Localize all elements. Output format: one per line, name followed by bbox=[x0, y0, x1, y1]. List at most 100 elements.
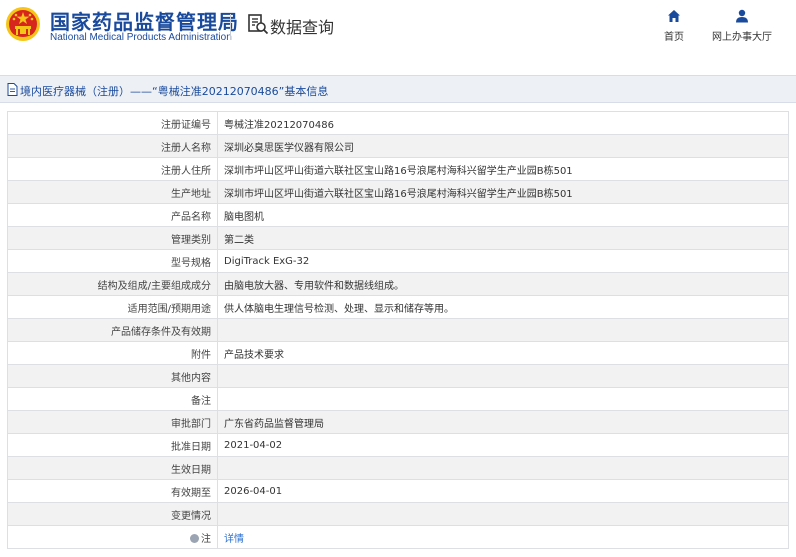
field-value-text: 深圳必臭思医学仪器有限公司 bbox=[224, 142, 354, 154]
data-query-icon bbox=[248, 14, 269, 35]
nav-home-label: 首页 bbox=[664, 32, 684, 43]
table-row: 生产地址 深圳市坪山区坪山街道六联社区宝山路16号浪尾村海科兴留学生产业园B栋50… bbox=[7, 180, 789, 204]
nav-home[interactable]: 首页 bbox=[657, 9, 691, 43]
field-label: 附件 bbox=[7, 341, 218, 365]
field-label-text: 注册证编号 bbox=[161, 119, 211, 131]
field-value bbox=[217, 364, 789, 388]
field-value-text: 供人体脑电生理信号检测、处理、显示和储存等用。 bbox=[224, 303, 454, 315]
field-label: 适用范围/预期用途 bbox=[7, 295, 218, 319]
field-label: 注 bbox=[7, 525, 218, 549]
field-value-text: 2021-04-02 bbox=[224, 439, 283, 451]
field-value-text: 产品技术要求 bbox=[224, 349, 284, 361]
table-row: 其他内容 bbox=[7, 364, 789, 388]
field-value: 2021-04-02 bbox=[217, 433, 789, 457]
table-row: 型号规格 DigiTrack ExG-32 bbox=[7, 249, 789, 273]
field-label: 生效日期 bbox=[7, 456, 218, 480]
info-icon bbox=[190, 533, 199, 543]
field-value-text: DigiTrack ExG-32 bbox=[224, 255, 310, 267]
field-label: 注册人住所 bbox=[7, 157, 218, 181]
field-value: 深圳市坪山区坪山街道六联社区宝山路16号浪尾村海科兴留学生产业园B栋501 bbox=[217, 157, 789, 181]
field-label-text: 注 bbox=[201, 533, 211, 545]
field-value: 2026-04-01 bbox=[217, 479, 789, 503]
user-icon bbox=[736, 9, 748, 23]
nav-online-service-hall[interactable]: 网上办事大厅 bbox=[706, 9, 778, 43]
field-value bbox=[217, 318, 789, 342]
table-row: 适用范围/预期用途 供人体脑电生理信号检测、处理、显示和储存等用。 bbox=[7, 295, 789, 319]
org-name-cn: 国家药品监督管理局 bbox=[50, 10, 239, 34]
field-label-text: 注册人住所 bbox=[161, 165, 211, 177]
field-label: 审批部门 bbox=[7, 410, 218, 434]
field-value-text: 由脑电放大器、专用软件和数据线组成。 bbox=[224, 280, 404, 292]
field-label-text: 生产地址 bbox=[171, 188, 211, 200]
field-label: 产品名称 bbox=[7, 203, 218, 227]
table-row: 附件 产品技术要求 bbox=[7, 341, 789, 365]
field-value-text: 第二类 bbox=[224, 234, 254, 246]
details-link[interactable]: 详情 bbox=[224, 534, 244, 545]
field-value: 详情 bbox=[217, 525, 789, 549]
table-row: 注册人住所 深圳市坪山区坪山街道六联社区宝山路16号浪尾村海科兴留学生产业园B栋5… bbox=[7, 157, 789, 181]
field-label-text: 管理类别 bbox=[171, 234, 211, 246]
field-label-text: 其他内容 bbox=[171, 372, 211, 384]
field-value: 深圳必臭思医学仪器有限公司 bbox=[217, 134, 789, 158]
table-row: 管理类别 第二类 bbox=[7, 226, 789, 250]
table-row: 生效日期 bbox=[7, 456, 789, 480]
home-icon bbox=[668, 10, 680, 22]
field-label-text: 附件 bbox=[191, 349, 211, 361]
field-value bbox=[217, 502, 789, 526]
registration-info-table: 注册证编号 粤械注准20212070486 注册人名称 深圳必臭思医学仪器有限公司 注册… bbox=[7, 111, 789, 549]
field-value-text: 粤械注准20212070486 bbox=[224, 119, 334, 131]
field-label: 注册人名称 bbox=[7, 134, 218, 158]
field-label: 生产地址 bbox=[7, 180, 218, 204]
field-label: 有效期至 bbox=[7, 479, 218, 503]
field-value-text: 2026-04-01 bbox=[224, 485, 283, 497]
table-row: 产品储存条件及有效期 bbox=[7, 318, 789, 342]
field-value: 脑电图机 bbox=[217, 203, 789, 227]
field-value bbox=[217, 456, 789, 480]
field-label-text: 注册人名称 bbox=[161, 142, 211, 154]
field-value-text: 深圳市坪山区坪山街道六联社区宝山路16号浪尾村海科兴留学生产业园B栋501 bbox=[224, 188, 573, 200]
field-label-text: 变更情况 bbox=[171, 510, 211, 522]
section-title: 数据查询 bbox=[270, 18, 335, 37]
field-value bbox=[217, 387, 789, 411]
field-label-text: 适用范围/预期用途 bbox=[127, 303, 211, 315]
field-value-text: 深圳市坪山区坪山街道六联社区宝山路16号浪尾村海科兴留学生产业园B栋501 bbox=[224, 165, 573, 177]
field-value-text: 广东省药品监督管理局 bbox=[224, 418, 324, 430]
table-row: 注册证编号 粤械注准20212070486 bbox=[7, 111, 789, 135]
field-label-text: 结构及组成/主要组成成分 bbox=[97, 280, 211, 292]
field-label-text: 产品名称 bbox=[171, 211, 211, 223]
field-label-text: 生效日期 bbox=[171, 464, 211, 476]
field-label: 批准日期 bbox=[7, 433, 218, 457]
field-label-text: 批准日期 bbox=[171, 441, 211, 453]
field-value: DigiTrack ExG-32 bbox=[217, 249, 789, 273]
field-label-text: 型号规格 bbox=[171, 257, 211, 269]
field-label: 其他内容 bbox=[7, 364, 218, 388]
field-label-text: 备注 bbox=[191, 395, 211, 407]
national-emblem-icon bbox=[6, 7, 40, 41]
table-row: 批准日期 2021-04-02 bbox=[7, 433, 789, 457]
field-label-text: 审批部门 bbox=[171, 418, 211, 430]
field-value: 供人体脑电生理信号检测、处理、显示和储存等用。 bbox=[217, 295, 789, 319]
field-value: 产品技术要求 bbox=[217, 341, 789, 365]
table-row: 审批部门 广东省药品监督管理局 bbox=[7, 410, 789, 434]
table-row: 注 详情 bbox=[7, 525, 789, 549]
field-value: 粤械注准20212070486 bbox=[217, 111, 789, 135]
table-row: 有效期至 2026-04-01 bbox=[7, 479, 789, 503]
field-value: 由脑电放大器、专用软件和数据线组成。 bbox=[217, 272, 789, 296]
field-value: 第二类 bbox=[217, 226, 789, 250]
field-value-text: 脑电图机 bbox=[224, 211, 264, 223]
record-title: 境内医疗器械（注册）——“粤械注准20212070486”基本信息 bbox=[20, 85, 329, 98]
page-header: 国家药品监督管理局 National Medical Products Admi… bbox=[0, 0, 796, 62]
field-label: 产品储存条件及有效期 bbox=[7, 318, 218, 342]
table-row: 产品名称 脑电图机 bbox=[7, 203, 789, 227]
field-label: 变更情况 bbox=[7, 502, 218, 526]
document-icon bbox=[7, 83, 18, 96]
record-title-bar: 境内医疗器械（注册）——“粤械注准20212070486”基本信息 bbox=[0, 75, 796, 103]
field-value: 广东省药品监督管理局 bbox=[217, 410, 789, 434]
table-row: 备注 bbox=[7, 387, 789, 411]
nav-online-service-hall-label: 网上办事大厅 bbox=[712, 32, 772, 43]
org-name-en: National Medical Products Administration bbox=[50, 32, 232, 43]
table-row: 注册人名称 深圳必臭思医学仪器有限公司 bbox=[7, 134, 789, 158]
header-divider bbox=[230, 14, 231, 40]
field-label-text: 产品储存条件及有效期 bbox=[111, 326, 211, 338]
field-label: 管理类别 bbox=[7, 226, 218, 250]
